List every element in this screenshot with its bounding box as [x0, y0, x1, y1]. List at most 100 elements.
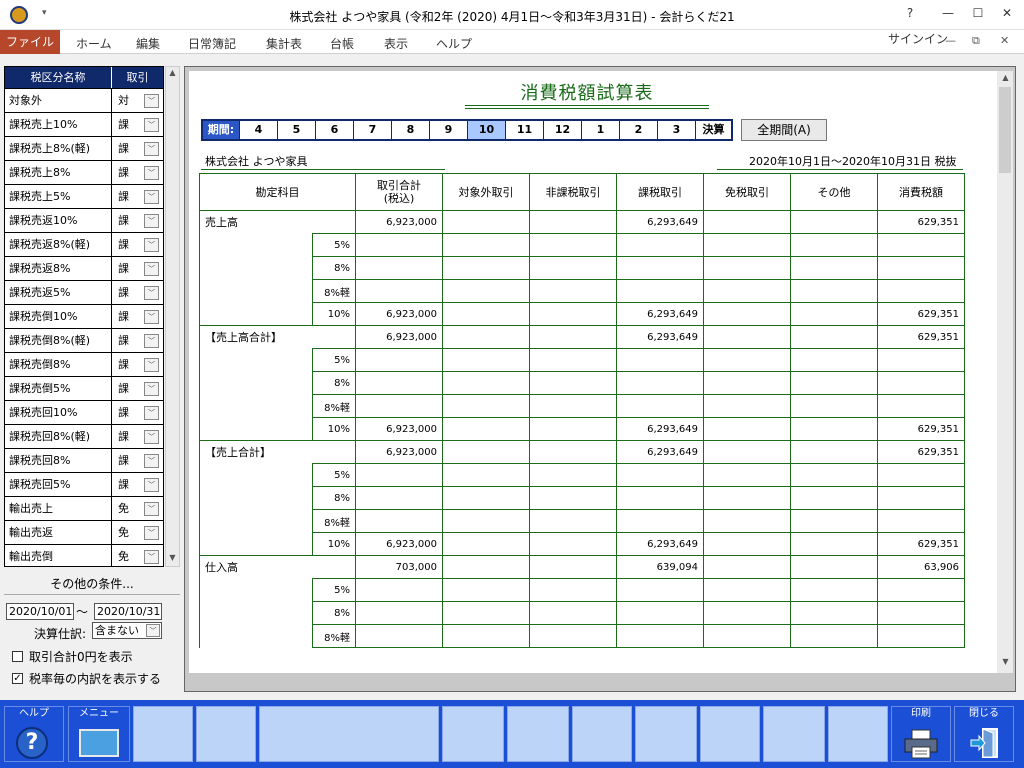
scroll-up-icon[interactable]: ▲: [166, 68, 179, 77]
trade-type-cell[interactable]: 免 ﹀: [112, 521, 163, 544]
maximize-button[interactable]: ☐: [968, 6, 988, 20]
trade-type-cell[interactable]: 課 ﹀: [112, 329, 163, 352]
period-button[interactable]: 4: [239, 121, 277, 139]
trade-type-cell[interactable]: 課 ﹀: [112, 185, 163, 208]
ribbon-minimize-button[interactable]: —: [945, 34, 956, 47]
signin-link[interactable]: サインイン: [888, 30, 948, 47]
period-button[interactable]: 5: [277, 121, 315, 139]
chevron-down-icon[interactable]: ﹀: [144, 94, 159, 108]
period-button[interactable]: 9: [429, 121, 467, 139]
scroll-up-icon[interactable]: ▲: [999, 73, 1012, 82]
tab-edit[interactable]: 編集: [136, 35, 160, 52]
trade-type-cell[interactable]: 課 ﹀: [112, 473, 163, 496]
chevron-down-icon[interactable]: ﹀: [144, 550, 159, 564]
tax-category-row[interactable]: 輸出売上免 ﹀: [5, 497, 163, 521]
period-button[interactable]: 10: [467, 121, 505, 139]
trade-type-cell[interactable]: 課 ﹀: [112, 425, 163, 448]
help-button[interactable]: ヘルプ ?: [4, 706, 64, 762]
tax-category-row[interactable]: 輸出売倒免 ﹀: [5, 545, 163, 566]
chevron-down-icon[interactable]: ﹀: [144, 262, 159, 276]
trade-type-cell[interactable]: 課 ﹀: [112, 401, 163, 424]
function-key-empty[interactable]: [828, 706, 888, 762]
trade-type-cell[interactable]: 課 ﹀: [112, 353, 163, 376]
trade-type-cell[interactable]: 課 ﹀: [112, 377, 163, 400]
other-conditions-toggle[interactable]: その他の条件...: [4, 575, 180, 592]
full-period-button[interactable]: 全期間(A): [741, 119, 827, 141]
scroll-thumb[interactable]: [999, 87, 1011, 173]
tax-category-row[interactable]: 輸出売返免 ﹀: [5, 521, 163, 545]
trade-type-cell[interactable]: 課 ﹀: [112, 161, 163, 184]
scroll-down-icon[interactable]: ▼: [166, 553, 179, 562]
function-key-empty[interactable]: [196, 706, 256, 762]
show-rate-breakdown-checkbox[interactable]: ✓: [12, 673, 23, 684]
trade-type-cell[interactable]: 課 ﹀: [112, 113, 163, 136]
tax-category-row[interactable]: 課税売上5% 課 ﹀: [5, 185, 163, 209]
tax-category-row[interactable]: 課税売返5% 課 ﹀: [5, 281, 163, 305]
function-key-empty[interactable]: [572, 706, 632, 762]
trade-type-cell[interactable]: 課 ﹀: [112, 305, 163, 328]
tab-help[interactable]: ヘルプ: [436, 35, 472, 52]
function-key-empty[interactable]: [259, 706, 439, 762]
menu-button[interactable]: メニュー: [68, 706, 130, 762]
tax-category-row[interactable]: 課税売倒5% 課 ﹀: [5, 377, 163, 401]
period-button[interactable]: 3: [657, 121, 695, 139]
trade-type-cell[interactable]: 課 ﹀: [112, 137, 163, 160]
close-button[interactable]: ✕: [997, 6, 1017, 20]
chevron-down-icon[interactable]: ﹀: [144, 190, 159, 204]
function-key-empty[interactable]: [763, 706, 825, 762]
tab-summary[interactable]: 集計表: [266, 35, 302, 52]
chevron-down-icon[interactable]: ﹀: [144, 142, 159, 156]
trade-type-cell[interactable]: 免 ﹀: [112, 545, 163, 566]
period-button[interactable]: 12: [543, 121, 581, 139]
tax-category-row[interactable]: 課税売回5% 課 ﹀: [5, 473, 163, 497]
chevron-down-icon[interactable]: ﹀: [144, 334, 159, 348]
tax-category-row[interactable]: 課税売倒8% 課 ﹀: [5, 353, 163, 377]
chevron-down-icon[interactable]: ﹀: [144, 238, 159, 252]
closing-entry-select[interactable]: 含まない ﹀: [92, 622, 162, 639]
tax-category-row[interactable]: 課税売上8%(軽) 課 ﹀: [5, 137, 163, 161]
report-scrollbar[interactable]: ▲ ▼: [997, 71, 1013, 673]
tax-category-row[interactable]: 課税売倒10% 課 ﹀: [5, 305, 163, 329]
date-from-field[interactable]: 2020/10/01: [6, 603, 74, 620]
function-key-empty[interactable]: [133, 706, 193, 762]
trade-type-cell[interactable]: 課 ﹀: [112, 257, 163, 280]
function-key-empty[interactable]: [507, 706, 569, 762]
chevron-down-icon[interactable]: ﹀: [144, 310, 159, 324]
chevron-down-icon[interactable]: ﹀: [144, 502, 159, 516]
chevron-down-icon[interactable]: ﹀: [144, 526, 159, 540]
trade-type-cell[interactable]: 免 ﹀: [112, 497, 163, 520]
period-button[interactable]: 決算: [695, 121, 731, 139]
tax-category-row[interactable]: 課税売上8% 課 ﹀: [5, 161, 163, 185]
tax-list-scrollbar[interactable]: ▲ ▼: [165, 66, 180, 567]
tax-category-row[interactable]: 対象外対 ﹀: [5, 89, 163, 113]
tab-ledger[interactable]: 台帳: [330, 35, 354, 52]
chevron-down-icon[interactable]: ﹀: [144, 214, 159, 228]
date-to-field[interactable]: 2020/10/31: [94, 603, 162, 620]
ribbon-restore-button[interactable]: ⧉: [972, 34, 980, 48]
scroll-down-icon[interactable]: ▼: [999, 657, 1012, 666]
trade-type-cell[interactable]: 課 ﹀: [112, 209, 163, 232]
chevron-down-icon[interactable]: ﹀: [144, 358, 159, 372]
tax-category-row[interactable]: 課税売回8% 課 ﹀: [5, 449, 163, 473]
tax-category-row[interactable]: 課税売回10% 課 ﹀: [5, 401, 163, 425]
period-button[interactable]: 11: [505, 121, 543, 139]
chevron-down-icon[interactable]: ﹀: [144, 382, 159, 396]
tax-category-row[interactable]: 課税売倒8%(軽) 課 ﹀: [5, 329, 163, 353]
tab-home[interactable]: ホーム: [76, 35, 112, 52]
chevron-down-icon[interactable]: ﹀: [144, 454, 159, 468]
minimize-button[interactable]: —: [938, 6, 958, 20]
trade-type-cell[interactable]: 対 ﹀: [112, 89, 163, 112]
tax-category-row[interactable]: 課税売回8%(軽) 課 ﹀: [5, 425, 163, 449]
show-zero-checkbox[interactable]: [12, 651, 23, 662]
function-key-empty[interactable]: [442, 706, 504, 762]
print-button[interactable]: 印刷: [891, 706, 951, 762]
chevron-down-icon[interactable]: ﹀: [144, 478, 159, 492]
tax-category-row[interactable]: 課税売返8% 課 ﹀: [5, 257, 163, 281]
tab-file[interactable]: ファイル: [0, 30, 60, 54]
function-key-empty[interactable]: [700, 706, 760, 762]
trade-type-cell[interactable]: 課 ﹀: [112, 449, 163, 472]
chevron-down-icon[interactable]: ﹀: [144, 118, 159, 132]
trade-type-cell[interactable]: 課 ﹀: [112, 233, 163, 256]
period-button[interactable]: 2: [619, 121, 657, 139]
period-button[interactable]: 7: [353, 121, 391, 139]
